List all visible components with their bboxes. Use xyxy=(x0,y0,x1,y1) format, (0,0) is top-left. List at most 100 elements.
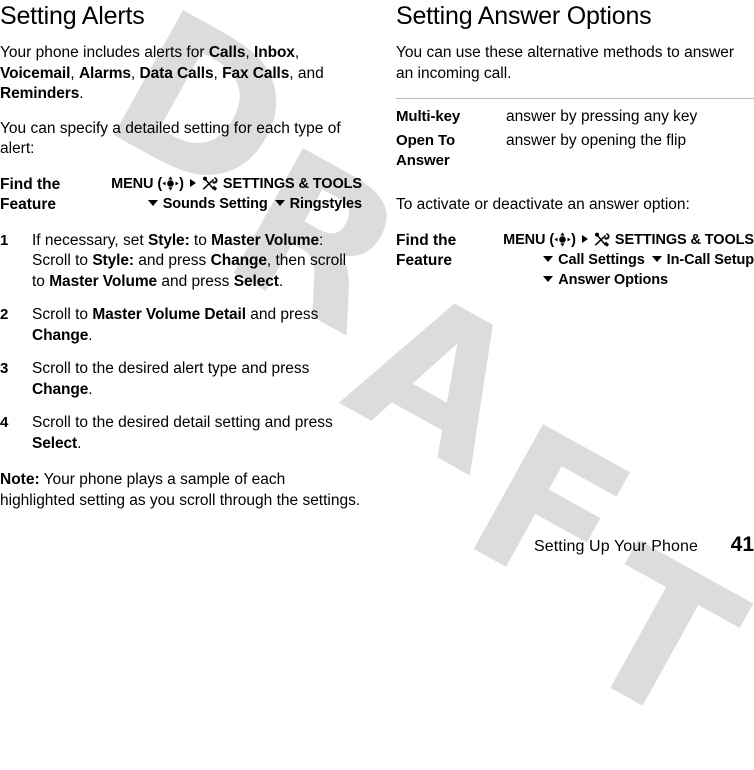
step-term: Style: xyxy=(148,231,190,249)
find-the-feature-label: Find the Feature xyxy=(0,174,96,215)
menu-path: MENU() SETTINGS & TOOLS Call Settings In-C… xyxy=(488,230,754,290)
step-term: Master Volume xyxy=(211,231,319,249)
term-fax-calls: Fax Calls xyxy=(222,64,290,82)
activate-deactivate-paragraph: To activate or deactivate an answer opti… xyxy=(396,196,690,213)
step-number: 3 xyxy=(0,360,9,377)
step-term: Change xyxy=(32,380,89,398)
navigation-pad-icon xyxy=(554,231,571,247)
step-term: Style: xyxy=(92,252,134,269)
manual-page: Setting Alerts Your phone includes alert… xyxy=(0,0,754,567)
table-row: Multi-key answer by pressing any key xyxy=(396,107,754,127)
step-item: 3 Scroll to the desired alert type and pr… xyxy=(0,359,362,400)
menu-step-sounds-setting: Sounds Setting xyxy=(162,195,268,212)
menu-step-in-call-setup: In-Call Setup xyxy=(666,251,754,268)
step-item: 4 Scroll to the desired detail setting an… xyxy=(0,413,362,454)
menu-path-line-1: MENU() SETTINGS & TOOLS xyxy=(96,174,362,194)
text-run: . xyxy=(88,380,93,398)
note-paragraph: Note: Your phone plays a sample of each … xyxy=(0,470,362,511)
step-term: Master Volume xyxy=(49,272,158,290)
menu-step-call-settings: Call Settings xyxy=(558,251,645,268)
settings-tools-icon xyxy=(593,232,612,247)
answer-option-term: Multi-key xyxy=(396,108,461,125)
arrow-right-icon xyxy=(189,178,196,187)
note-label: Note: xyxy=(0,471,40,488)
settings-tools-label: SETTINGS & TOOLS xyxy=(614,231,754,248)
text-run: , xyxy=(70,64,79,82)
menu-step-answer-options: Answer Options xyxy=(558,271,668,288)
menu-step-ringstyles: Ringstyles xyxy=(289,195,362,212)
term-alarms: Alarms xyxy=(78,64,131,82)
step-text: Scroll to the desired alert type and pre… xyxy=(32,360,309,398)
right-column: Setting Answer Options You can use these… xyxy=(396,0,754,306)
menu-path: MENU() SETTINGS & TOOLS Sounds Setting Rin… xyxy=(96,174,362,214)
text-run: , xyxy=(213,64,223,82)
arrow-down-icon xyxy=(543,275,554,282)
text-run: . xyxy=(88,326,93,344)
menu-path-line-2: Call Settings In-Call Setup xyxy=(488,250,754,270)
footer-title: Setting Up Your Phone xyxy=(533,538,698,555)
text-run: If necessary, set xyxy=(32,231,149,249)
menu-word: MENU xyxy=(111,175,154,192)
text-run: . xyxy=(79,85,84,102)
page-number: 41 xyxy=(730,533,754,556)
term-reminders: Reminders xyxy=(0,85,80,102)
intro-paragraph-answer: You can use these alternative methods to… xyxy=(396,44,735,82)
term-inbox: Inbox xyxy=(254,44,295,61)
page-title-setting-answer-options: Setting Answer Options xyxy=(396,2,652,30)
step-number: 1 xyxy=(0,231,9,249)
text-run: , and xyxy=(289,64,324,82)
answer-option-description: answer by pressing any key xyxy=(506,108,698,125)
arrow-down-icon xyxy=(543,255,554,262)
arrow-down-icon xyxy=(274,199,285,206)
label-line-2: Feature xyxy=(0,195,56,213)
answer-option-description: answer by opening the flip xyxy=(506,132,687,149)
text-run: Your phone includes alerts for xyxy=(0,44,209,61)
menu-word: MENU xyxy=(503,231,546,248)
label-line-2: Feature xyxy=(396,251,452,269)
step-term: Change xyxy=(32,326,89,344)
answer-options-table: Multi-key answer by pressing any key Open … xyxy=(396,98,754,171)
intro-paragraph-alerts: Your phone includes alerts for Calls, In… xyxy=(0,43,362,105)
text-run: and press xyxy=(157,272,234,290)
text-run: , xyxy=(294,44,300,61)
menu-path-line-2: Sounds Setting Ringstyles xyxy=(96,194,362,214)
arrow-down-icon xyxy=(651,255,662,262)
step-term: Change xyxy=(210,252,267,269)
term-calls: Calls xyxy=(208,44,246,61)
paren-close: ) xyxy=(179,175,184,192)
text-run: , xyxy=(245,44,254,61)
step-number: 2 xyxy=(0,306,9,323)
term-voicemail: Voicemail xyxy=(0,64,71,82)
step-text: If necessary, set Style: to Master Volum… xyxy=(32,232,346,290)
text-run: . xyxy=(278,272,284,290)
navigation-pad-icon xyxy=(162,175,179,191)
label-line-1: Find the xyxy=(396,231,457,249)
page-title-setting-alerts: Setting Alerts xyxy=(0,2,145,30)
text-run: to xyxy=(189,231,212,249)
left-column: Setting Alerts Your phone includes alert… xyxy=(0,0,362,511)
table-row: Open To Answer answer by opening the flip xyxy=(396,131,754,171)
note-text: Your phone plays a sample of each highli… xyxy=(0,471,361,509)
text-run: Scroll to the desired alert type and pre… xyxy=(32,360,310,377)
text-run: and press xyxy=(245,306,319,323)
step-term: Master Volume Detail xyxy=(92,306,246,323)
page-footer: Setting Up Your Phone 41 xyxy=(0,533,754,557)
settings-tools-label: SETTINGS & TOOLS xyxy=(222,175,362,192)
text-run: . xyxy=(77,434,82,452)
text-run: and press xyxy=(133,252,211,269)
text-run: , xyxy=(130,64,140,82)
step-text: Scroll to the desired detail setting and… xyxy=(32,414,333,452)
steps-list: 1 If necessary, set Style: to Master Volu… xyxy=(0,231,362,455)
text-run: Scroll to xyxy=(32,306,93,323)
menu-path-line-3: Answer Options xyxy=(488,270,754,290)
step-term: Select xyxy=(233,272,279,290)
term-data-calls: Data Calls xyxy=(139,64,214,82)
step-term: Select xyxy=(32,434,78,452)
find-the-feature-alerts: Find the Feature MENU() SETTINGS & TOOLS … xyxy=(0,174,362,215)
step-item: 2 Scroll to Master Volume Detail and pres… xyxy=(0,305,362,346)
find-the-feature-answer-options: Find the Feature MENU() SETTINGS & TOOLS … xyxy=(396,230,754,290)
paren-close: ) xyxy=(571,231,576,248)
menu-path-line-1: MENU() SETTINGS & TOOLS xyxy=(488,230,754,250)
detail-setting-paragraph: You can specify a detailed setting for e… xyxy=(0,119,341,158)
label-line-1: Find the xyxy=(0,175,61,193)
